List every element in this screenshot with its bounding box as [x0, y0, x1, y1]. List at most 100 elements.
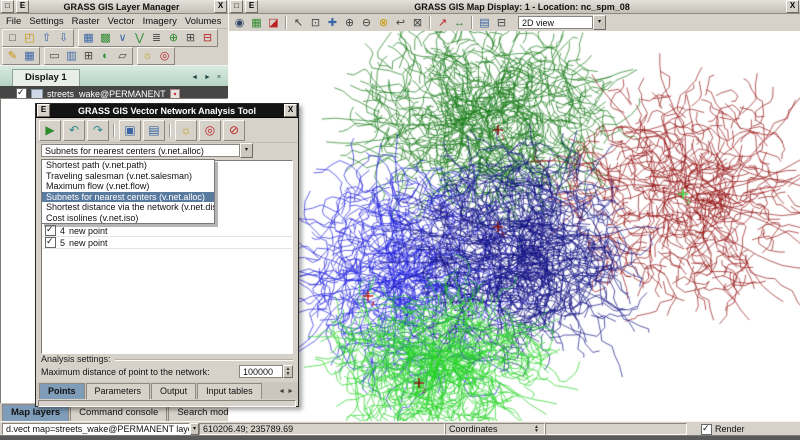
tab-display-1[interactable]: Display 1	[12, 69, 80, 86]
zoom-back-button[interactable]: ↩	[392, 16, 409, 30]
view-mode-combobox[interactable]: 2D view ▾	[518, 15, 606, 30]
zoom-in-button[interactable]: ⊕	[341, 16, 358, 30]
shade-window-button[interactable]: □	[230, 0, 243, 13]
window-menu-button[interactable]: E	[16, 0, 29, 13]
show-result-button[interactable]: ▣	[119, 120, 141, 141]
vnet-settings-button[interactable]: ☼	[175, 120, 197, 141]
close-window-button[interactable]: X	[284, 104, 297, 117]
tab-close-icon[interactable]: ×	[217, 74, 223, 81]
quit-button[interactable]: ⊘	[223, 120, 245, 141]
pan-button[interactable]: ✚	[324, 16, 341, 30]
settings-button[interactable]: ☼	[139, 49, 156, 63]
spinner-arrows-icon[interactable]: ▲▼	[532, 425, 541, 433]
chevron-down-icon[interactable]: ▾	[593, 15, 606, 30]
point-5-checkbox[interactable]	[45, 237, 56, 248]
attribute-table-button[interactable]: ▦	[21, 49, 38, 63]
pointer-button[interactable]: ↖	[290, 16, 307, 30]
menu-file[interactable]: File	[2, 15, 25, 28]
window-menu-button[interactable]: E	[37, 104, 50, 117]
vnet-help-button[interactable]: ◎	[199, 120, 221, 141]
method-option-shortest-distance[interactable]: Shortest distance via the network (v.net…	[42, 202, 214, 213]
max-distance-spinner[interactable]: 100000 ▲▼	[239, 365, 293, 378]
tab-scroll-right-icon[interactable]: ►	[287, 388, 294, 395]
tab-scroll-left-icon[interactable]: ◄	[191, 74, 200, 81]
add-text-button[interactable]: ▱	[114, 49, 131, 63]
measure-button[interactable]: ↔	[451, 16, 468, 30]
edit-pencil-icon: ✎	[8, 50, 17, 62]
eye-icon: ◉	[235, 17, 245, 29]
method-option-shortest-path[interactable]: Shortest path (v.net.path)	[42, 160, 214, 171]
zoom-out-button[interactable]: ⊖	[358, 16, 375, 30]
histogram-button[interactable]: ▥	[63, 49, 80, 63]
add-web-service-button[interactable]: ⊕	[165, 31, 182, 45]
menu-imagery[interactable]: Imagery	[139, 15, 181, 28]
point-row-5[interactable]: 5 new point	[42, 237, 292, 249]
run-analysis-button[interactable]: ▶	[39, 120, 61, 141]
window-menu-button[interactable]: E	[245, 0, 258, 13]
analysis-settings-text: Analysis settings:	[41, 354, 111, 364]
method-option-maximum-flow[interactable]: Maximum flow (v.net.flow)	[42, 181, 214, 192]
menu-settings[interactable]: Settings	[25, 15, 67, 28]
analyze-button[interactable]: ↗	[434, 16, 451, 30]
render-display-button[interactable]: ▦	[248, 16, 265, 30]
render-toggle[interactable]: Render	[687, 424, 800, 435]
coordinates-display: 610206.49; 235789.69	[199, 423, 445, 435]
close-window-button[interactable]: X	[214, 0, 227, 13]
tab-parameters[interactable]: Parameters	[86, 383, 151, 399]
tab-scroll-right-icon[interactable]: ►	[204, 74, 213, 81]
show-result-icon: ▣	[124, 124, 135, 136]
zoom-extent-button[interactable]: ⊗	[375, 16, 392, 30]
tab-points[interactable]: Points	[39, 383, 85, 399]
map-display-title: GRASS GIS Map Display: 1 - Location: nc_…	[259, 2, 785, 12]
close-window-button[interactable]: X	[786, 0, 799, 13]
statusbar-mode-combobox[interactable]: Coordinates ▲▼	[445, 423, 545, 435]
vnet-tab-nav[interactable]: ◄ ►	[274, 388, 298, 399]
redo-button[interactable]: ↷	[87, 120, 109, 141]
overlay-button[interactable]: ▤	[476, 16, 493, 30]
method-option-traveling-salesman[interactable]: Traveling salesman (v.net.salesman)	[42, 171, 214, 182]
command-prompt-input[interactable]: d.vect map=streets_wake@PERMANENT layer=…	[2, 423, 190, 435]
clear-result-button[interactable]: ▤	[143, 120, 165, 141]
point-row-4[interactable]: 4 new point	[42, 225, 292, 237]
new-display-button[interactable]: ▭	[46, 49, 63, 63]
analysis-method-combobox[interactable]: Subnets for nearest centers (v.net.alloc…	[41, 143, 253, 158]
remove-layer-button[interactable]: ⊟	[199, 31, 216, 45]
erase-display-button[interactable]: ◪	[265, 16, 282, 30]
add-raster-button[interactable]: ▦	[80, 31, 97, 45]
load-workspace-button[interactable]: ⇧	[38, 31, 55, 45]
undo-button[interactable]: ↶	[63, 120, 85, 141]
save-workspace-button[interactable]: ⇩	[55, 31, 72, 45]
open-workspace-button[interactable]: ◰	[21, 31, 38, 45]
add-group-button[interactable]: ⊞	[182, 31, 199, 45]
add-misc-layers-button[interactable]: ≣	[148, 31, 165, 45]
spinner-arrows-icon[interactable]: ▲▼	[283, 365, 293, 378]
new-workspace-button[interactable]: □	[4, 31, 21, 45]
query-button[interactable]: ⊡	[307, 16, 324, 30]
add-vector-misc-button[interactable]: ⋁	[131, 31, 148, 45]
zoom-region-button[interactable]: ⊠	[409, 16, 426, 30]
display-tab-nav-arrows[interactable]: ◄ ► ×	[186, 74, 228, 86]
chevron-down-icon[interactable]: ▾	[240, 143, 253, 158]
shade-window-button[interactable]: □	[1, 0, 14, 13]
add-vector-button[interactable]: ∨	[114, 31, 131, 45]
tab-input-tables[interactable]: Input tables	[197, 383, 262, 399]
point-4-checkbox[interactable]	[45, 225, 56, 236]
menu-vector[interactable]: Vector	[104, 15, 139, 28]
tab-scroll-left-icon[interactable]: ◄	[278, 388, 285, 395]
menu-volumes[interactable]: Volumes	[181, 15, 225, 28]
render-checkbox[interactable]	[701, 424, 712, 435]
menu-raster[interactable]: Raster	[68, 15, 104, 28]
method-option-subnets-nearest-centers[interactable]: Subnets for nearest centers (v.net.alloc…	[42, 192, 214, 203]
nviz-3d-button[interactable]: ◐	[97, 49, 114, 63]
edit-vector-button[interactable]: ✎	[4, 49, 21, 63]
tab-output[interactable]: Output	[151, 383, 196, 399]
map-canvas[interactable]	[229, 31, 800, 421]
command-prompt-dropdown-icon[interactable]: ▾	[190, 423, 199, 435]
max-distance-value[interactable]: 100000	[239, 365, 283, 378]
show-display-button[interactable]: ◉	[231, 16, 248, 30]
print-button[interactable]: ⊟	[493, 16, 510, 30]
method-option-cost-isolines[interactable]: Cost isolines (v.net.iso)	[42, 213, 214, 224]
graticule-button[interactable]: ⊞	[80, 49, 97, 63]
add-raster-misc-button[interactable]: ▩	[97, 31, 114, 45]
help-button[interactable]: ◎	[156, 49, 173, 63]
